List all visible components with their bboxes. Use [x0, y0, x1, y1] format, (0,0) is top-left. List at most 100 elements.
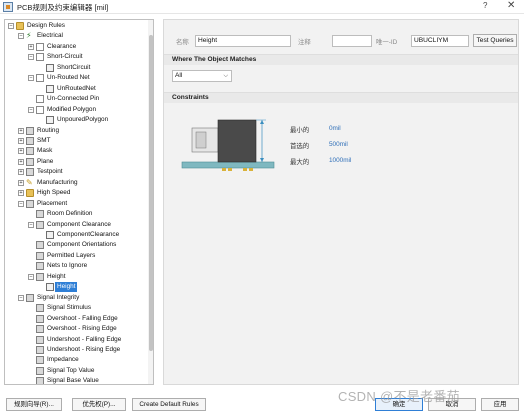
tree-item[interactable]: − Component Clearance	[5, 220, 147, 230]
tree-item-label: Undershoot - Rising Edge	[47, 345, 121, 353]
generic-icon	[26, 168, 34, 177]
tree-item-label: Un-Routed Net	[47, 74, 90, 82]
collapse-icon[interactable]: −	[28, 106, 34, 113]
tree-item-label: Permitted Layers	[47, 251, 96, 259]
tree-item-label: Signal Stimulus	[47, 304, 92, 312]
collapse-icon[interactable]: −	[8, 23, 14, 29]
expand-icon[interactable]: +	[18, 190, 24, 197]
tree-item-label: Undershoot - Falling Edge	[47, 335, 122, 343]
tree-item-label: Impedance	[47, 356, 79, 364]
tree-item[interactable]: Un-Connected Pin	[5, 94, 147, 104]
tree-item[interactable]: − Height	[5, 272, 147, 282]
expand-icon[interactable]: +	[18, 137, 24, 144]
generic-icon	[26, 199, 34, 208]
generic-icon	[36, 251, 44, 260]
preferred-height-value[interactable]: 500mil	[329, 141, 348, 148]
tree-item[interactable]: − Modified Polygon	[5, 105, 147, 115]
tree-item[interactable]: Overshoot - Rising Edge	[5, 324, 147, 334]
expand-icon[interactable]: +	[18, 148, 24, 155]
expand-icon[interactable]: +	[18, 169, 24, 176]
uid-field[interactable]: UBUCLIYM	[411, 35, 469, 47]
collapse-icon[interactable]: −	[28, 221, 34, 228]
tree-item[interactable]: − Un-Routed Net	[5, 73, 147, 83]
rules-tree[interactable]: − Design Rules − ⚡ Electrical + Clearance − Shor…	[4, 19, 154, 385]
tree-item[interactable]: Nets to Ignore	[5, 261, 147, 271]
tree-item[interactable]: Undershoot - Rising Edge	[5, 345, 147, 355]
tree-item-label: Signal Integrity	[37, 293, 80, 301]
tree-item[interactable]: ComponentClearance	[5, 230, 147, 240]
tree-item[interactable]: ShortCircuit	[5, 63, 147, 73]
collapse-icon[interactable]: −	[18, 200, 24, 207]
tree-item-label: Height	[55, 282, 78, 293]
close-button[interactable]: ✕	[507, 0, 515, 11]
where-select[interactable]: All ⌵	[172, 70, 232, 82]
where-select-value: All	[175, 72, 183, 79]
tree-item[interactable]: Undershoot - Falling Edge	[5, 335, 147, 345]
rule-icon	[36, 74, 44, 83]
collapse-icon[interactable]: −	[18, 294, 24, 301]
tree-item[interactable]: UnpouredPolygon	[5, 115, 147, 125]
apply-button[interactable]: 应用	[481, 398, 519, 411]
expand-icon[interactable]: +	[28, 43, 34, 50]
tree-item[interactable]: Room Definition	[5, 209, 147, 219]
tree-item[interactable]: UnRoutedNet	[5, 84, 147, 94]
rule-inst-icon	[46, 283, 54, 292]
rule-inst-icon	[46, 63, 54, 72]
tree-item-label: ShortCircuit	[57, 63, 91, 71]
create-default-rules-button[interactable]: Create Default Rules	[132, 398, 206, 411]
generic-icon	[36, 345, 44, 354]
priorities-button[interactable]: 优先权(P)...	[72, 398, 126, 411]
tree-item-label: Height	[47, 272, 66, 280]
tree-item[interactable]: + SMT	[5, 136, 147, 146]
tree-item[interactable]: Component Orientations	[5, 240, 147, 250]
test-queries-button[interactable]: Test Queries	[473, 34, 517, 47]
uid-label: 唯一-ID	[376, 39, 398, 46]
tree-item[interactable]: + High Speed	[5, 188, 147, 198]
collapse-icon[interactable]: −	[28, 54, 34, 61]
tree-item[interactable]: − Design Rules	[5, 21, 147, 31]
tree-item-label: Routing	[37, 126, 60, 134]
expand-icon[interactable]: +	[18, 179, 24, 186]
constraints-section-header: Constraints	[164, 92, 518, 103]
tree-item[interactable]: Signal Top Value	[5, 366, 147, 376]
tree-item-label: SMT	[37, 136, 51, 144]
tree-item[interactable]: − Short-Circuit	[5, 52, 147, 62]
tree-item[interactable]: + Mask	[5, 146, 147, 156]
tree-item[interactable]: + Clearance	[5, 42, 147, 52]
tree-item-label: Overshoot - Rising Edge	[47, 325, 117, 333]
tree-item[interactable]: − Placement	[5, 199, 147, 209]
tree-item[interactable]: Overshoot - Falling Edge	[5, 314, 147, 324]
collapse-icon[interactable]: −	[28, 273, 34, 280]
tree-item-label: UnpouredPolygon	[57, 116, 109, 124]
tree-item[interactable]: Permitted Layers	[5, 251, 147, 261]
rule-inst-icon	[46, 231, 54, 239]
tree-item[interactable]: − Signal Integrity	[5, 293, 147, 303]
comment-field[interactable]	[332, 35, 372, 47]
tree-item-label: Component Orientations	[47, 241, 117, 249]
tree-scrollbar-thumb[interactable]	[149, 35, 153, 351]
expand-icon[interactable]: +	[18, 158, 24, 165]
min-height-value[interactable]: 0mil	[329, 125, 341, 132]
help-button[interactable]: ?	[483, 1, 487, 10]
generic-icon	[36, 356, 44, 365]
rule-wizard-button[interactable]: 规则向导(R)...	[6, 398, 62, 411]
tree-item[interactable]: Signal Base Value	[5, 376, 147, 385]
tree-item[interactable]: + Routing	[5, 126, 147, 136]
tree-item-label: Signal Base Value	[47, 377, 99, 385]
tree-item[interactable]: + Plane	[5, 157, 147, 167]
expand-icon[interactable]: +	[18, 127, 24, 134]
collapse-icon[interactable]: −	[18, 33, 24, 40]
tree-item[interactable]: Signal Stimulus	[5, 303, 147, 313]
name-field[interactable]: Height	[195, 35, 291, 47]
tree-item[interactable]: + ✎ Manufacturing	[5, 178, 147, 188]
rule-icon	[36, 105, 44, 114]
tree-item-label: Testpoint	[37, 168, 63, 176]
tree-item[interactable]: Impedance	[5, 355, 147, 365]
tree-scrollbar[interactable]	[148, 20, 153, 384]
tree-item[interactable]: Height	[5, 282, 147, 293]
tree-item[interactable]: − ⚡ Electrical	[5, 31, 147, 41]
tree-item-label: Overshoot - Falling Edge	[47, 314, 118, 322]
tree-item[interactable]: + Testpoint	[5, 167, 147, 177]
collapse-icon[interactable]: −	[28, 75, 34, 82]
max-height-value[interactable]: 1000mil	[329, 157, 351, 164]
